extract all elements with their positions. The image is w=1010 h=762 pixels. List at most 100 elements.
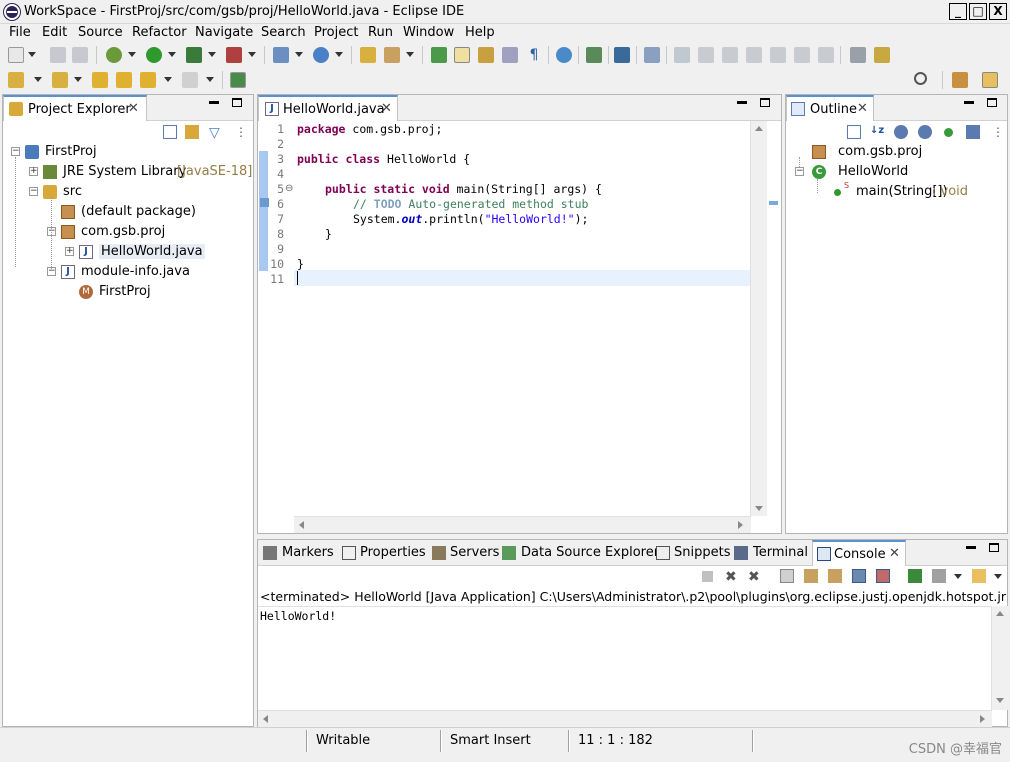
- menu-search[interactable]: Search: [261, 25, 306, 40]
- hide-fields-icon[interactable]: [894, 125, 908, 139]
- menu-help[interactable]: Help: [465, 25, 495, 40]
- tab-helloworld-java[interactable]: J HelloWorld.java ✕: [258, 95, 398, 121]
- display-console-icon[interactable]: [932, 569, 946, 583]
- step-into-icon[interactable]: [770, 47, 786, 63]
- search-icon[interactable]: [914, 72, 927, 85]
- minimize-panel-icon[interactable]: [737, 101, 747, 104]
- chevron-down-icon[interactable]: [994, 574, 1002, 579]
- disconnect-icon[interactable]: [746, 47, 762, 63]
- tab-console-active[interactable]: Console ✕: [812, 540, 906, 566]
- scroll-left-icon[interactable]: [263, 715, 268, 723]
- tab-data-source-explorer[interactable]: Data Source Explorer: [521, 545, 659, 560]
- chevron-down-icon[interactable]: [406, 52, 414, 57]
- view-menu-icon[interactable]: ⋮: [235, 125, 249, 139]
- terminate-icon[interactable]: [702, 571, 713, 582]
- tree-item-module-file[interactable]: − J module-info.java: [3, 263, 253, 281]
- back-icon[interactable]: [140, 72, 156, 88]
- use-step-filters-icon[interactable]: [874, 47, 890, 63]
- terminate-icon[interactable]: [722, 47, 738, 63]
- java-perspective-icon[interactable]: [982, 72, 998, 88]
- scroll-up-icon[interactable]: [755, 126, 763, 131]
- close-tab-icon[interactable]: ✕: [857, 101, 868, 116]
- collapse-all-icon[interactable]: [163, 125, 177, 139]
- tree-item-module[interactable]: M FirstProj: [3, 283, 253, 301]
- save-all-icon[interactable]: [72, 47, 88, 63]
- close-tab-icon[interactable]: ✕: [381, 101, 392, 116]
- outline-item-package[interactable]: com.gsb.proj: [786, 143, 1006, 161]
- collapse-icon[interactable]: −: [29, 187, 38, 196]
- close-tab-icon[interactable]: ✕: [128, 101, 139, 116]
- new-icon[interactable]: [8, 47, 24, 63]
- menu-navigate[interactable]: Navigate: [195, 25, 253, 40]
- minimize-panel-icon[interactable]: [964, 101, 974, 104]
- scroll-up-icon[interactable]: [996, 611, 1004, 616]
- open-type-icon[interactable]: [360, 47, 376, 63]
- chevron-down-icon[interactable]: [295, 52, 303, 57]
- next-annotation-icon[interactable]: [8, 72, 24, 88]
- chevron-down-icon[interactable]: [208, 52, 216, 57]
- chevron-down-icon[interactable]: [206, 77, 214, 82]
- save-icon[interactable]: [50, 47, 66, 63]
- chevron-down-icon[interactable]: [164, 77, 172, 82]
- toggle-block-selection-icon[interactable]: [478, 47, 494, 63]
- menu-file[interactable]: File: [9, 25, 31, 40]
- tab-project-explorer[interactable]: Project Explorer ✕: [3, 95, 147, 121]
- console-icon[interactable]: [614, 47, 630, 63]
- chevron-down-icon[interactable]: [128, 52, 136, 57]
- scroll-lock-icon[interactable]: [804, 569, 818, 583]
- chevron-down-icon[interactable]: [74, 77, 82, 82]
- tree-item-project[interactable]: − FirstProj: [3, 143, 253, 161]
- collapse-icon[interactable]: −: [11, 147, 20, 156]
- chevron-down-icon[interactable]: [248, 52, 256, 57]
- tree-item-default-package[interactable]: (default package): [3, 203, 253, 221]
- console-horizontal-scrollbar[interactable]: [258, 710, 992, 727]
- web-browser-icon[interactable]: [556, 47, 572, 63]
- close-button[interactable]: X: [989, 3, 1007, 20]
- fold-collapse-icon[interactable]: ⊖: [285, 183, 293, 194]
- link-with-editor-icon[interactable]: [185, 125, 199, 139]
- scroll-right-icon[interactable]: [980, 715, 985, 723]
- previous-annotation-icon[interactable]: [52, 72, 68, 88]
- menu-project[interactable]: Project: [314, 25, 358, 40]
- chevron-down-icon[interactable]: [168, 52, 176, 57]
- close-tab-icon[interactable]: ✕: [889, 546, 900, 561]
- maximize-panel-icon[interactable]: [760, 98, 770, 107]
- remove-all-launches-icon[interactable]: ✖: [748, 569, 762, 585]
- menu-refactor[interactable]: Refactor: [132, 25, 187, 40]
- console-vertical-scrollbar[interactable]: [991, 606, 1008, 710]
- outline-item-class[interactable]: − C HelloWorld: [786, 163, 1006, 181]
- pin-console-icon[interactable]: [908, 569, 922, 583]
- sort-icon[interactable]: ↓z: [870, 125, 884, 139]
- new-java-project-icon[interactable]: [273, 47, 289, 63]
- tab-properties[interactable]: Properties: [360, 545, 426, 560]
- tab-terminal[interactable]: Terminal: [753, 545, 808, 560]
- scroll-left-icon[interactable]: [299, 521, 304, 529]
- maximize-panel-icon[interactable]: [232, 98, 242, 107]
- tree-item-jre[interactable]: + JRE System Library [JavaSE-18]: [3, 163, 253, 181]
- scroll-down-icon[interactable]: [996, 698, 1004, 703]
- resume-icon[interactable]: [674, 47, 690, 63]
- scroll-right-icon[interactable]: [738, 521, 743, 529]
- open-task-icon[interactable]: [384, 47, 400, 63]
- skip-breakpoints-icon[interactable]: [644, 47, 660, 63]
- minimize-panel-icon[interactable]: [966, 546, 976, 549]
- minimize-button[interactable]: _: [949, 3, 967, 20]
- editor-horizontal-scrollbar[interactable]: [294, 516, 751, 533]
- drop-to-frame-icon[interactable]: [850, 47, 866, 63]
- filter-icon[interactable]: ▽: [209, 125, 223, 141]
- minimize-panel-icon[interactable]: [209, 101, 219, 104]
- tab-servers[interactable]: Servers: [450, 545, 499, 560]
- hide-non-public-icon[interactable]: [944, 128, 953, 137]
- maximize-panel-icon[interactable]: [987, 98, 997, 107]
- tab-outline[interactable]: Outline ✕: [786, 95, 874, 121]
- hide-local-types-icon[interactable]: [966, 125, 980, 139]
- editor-vertical-scrollbar[interactable]: [750, 121, 767, 516]
- hide-static-icon[interactable]: [918, 125, 932, 139]
- view-menu-icon[interactable]: ⋮: [992, 125, 1006, 139]
- forward-icon[interactable]: [182, 72, 198, 88]
- last-edit-location-icon[interactable]: [92, 72, 108, 88]
- tab-snippets[interactable]: Snippets: [674, 545, 730, 560]
- console-output-area[interactable]: HelloWorld!: [258, 606, 992, 710]
- show-on-stdout-icon[interactable]: [852, 569, 866, 583]
- external-tools-icon[interactable]: [226, 47, 242, 63]
